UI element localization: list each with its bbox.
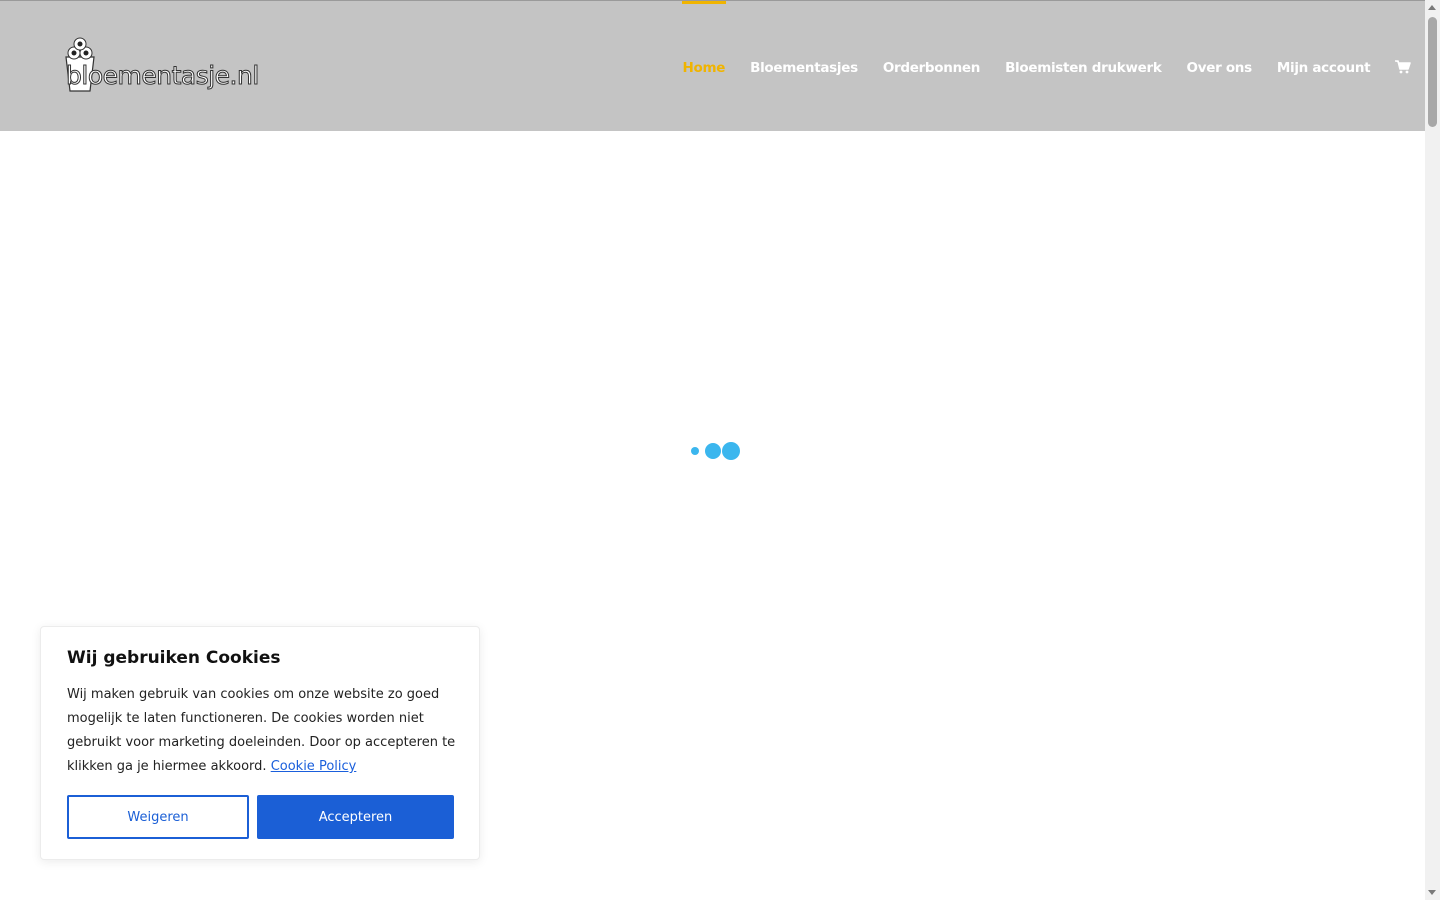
scroll-down-icon[interactable] [1428,890,1436,895]
cookie-title: Wij gebruiken Cookies [67,648,281,668]
nav-mijn-account[interactable]: Mijn account [1264,1,1382,132]
refuse-button[interactable]: Weigeren [67,795,249,839]
cookie-text: Wij maken gebruik van cookies om onze we… [67,683,459,779]
loader-dot [691,447,699,455]
loader-dot [722,442,740,460]
scrollbar[interactable] [1425,0,1440,900]
cookie-banner: Wij gebruiken Cookies Wij maken gebruik … [40,626,480,860]
scroll-up-icon[interactable] [1428,5,1436,10]
scroll-thumb[interactable] [1428,17,1437,127]
nav-home[interactable]: Home [670,1,738,132]
nav-bloemisten-drukwerk[interactable]: Bloemisten drukwerk [993,1,1174,132]
nav-orderbonnen[interactable]: Orderbonnen [870,1,992,132]
site-logo[interactable]: bloementasje.nl [60,31,260,101]
cookie-message: Wij maken gebruik van cookies om onze we… [67,687,456,774]
site-header: bloementasje.nl Home Bloementasjes Order… [0,0,1425,131]
loader-dot [705,443,721,459]
main-nav: Home Bloementasjes Orderbonnen Bloemiste… [670,1,1423,132]
accept-button[interactable]: Accepteren [257,795,454,839]
nav-over-ons[interactable]: Over ons [1174,1,1264,132]
cookie-policy-link[interactable]: Cookie Policy [271,759,357,774]
shopping-cart-icon [1394,59,1411,73]
page: bloementasje.nl Home Bloementasjes Order… [0,0,1440,900]
loading-dots-icon [690,440,750,462]
cart-button[interactable] [1383,1,1423,132]
logo-text: bloementasje.nl [66,61,260,91]
nav-bloementasjes[interactable]: Bloementasjes [738,1,871,132]
